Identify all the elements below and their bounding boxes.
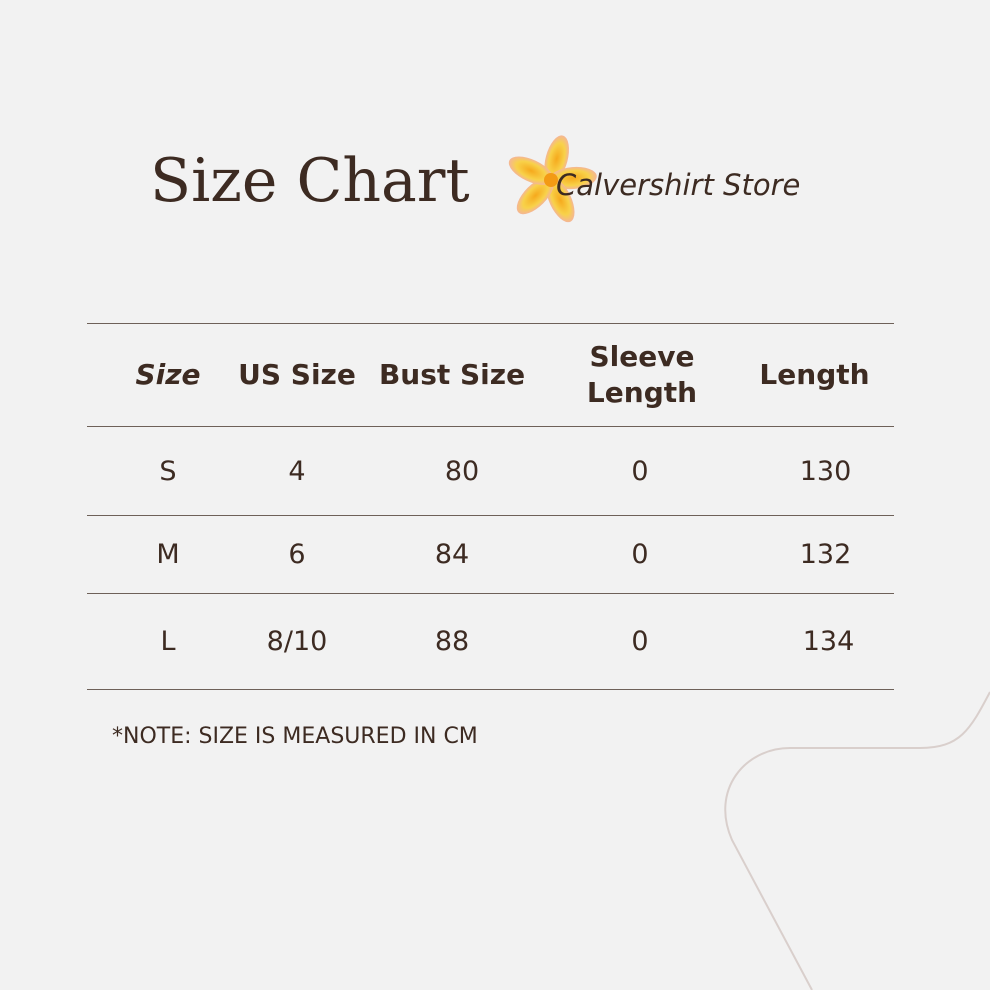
cell-size: S bbox=[159, 455, 177, 487]
measurement-note: *NOTE: SIZE IS MEASURED IN CM bbox=[112, 724, 478, 749]
table-row: M 6 84 0 132 bbox=[87, 516, 894, 593]
cell-length: 134 bbox=[802, 626, 855, 657]
cell-size: M bbox=[156, 539, 180, 570]
column-header-sleeve-length: Sleeve Length bbox=[567, 324, 717, 426]
column-header-us-size: US Size bbox=[238, 358, 356, 391]
column-header-sleeve-length-text: Sleeve Length bbox=[586, 340, 698, 409]
cell-length: 130 bbox=[799, 455, 852, 487]
column-header-bust-size: Bust Size bbox=[378, 358, 526, 391]
cell-bust-size: 84 bbox=[434, 539, 470, 570]
store-name: Calvershirt Store bbox=[556, 168, 801, 202]
cell-size: L bbox=[160, 626, 176, 657]
cell-us-size: 6 bbox=[288, 539, 306, 570]
cell-sleeve-length: 0 bbox=[631, 539, 649, 570]
column-header-size: Size bbox=[135, 358, 201, 391]
cell-sleeve-length: 0 bbox=[631, 626, 649, 657]
cell-bust-size: 80 bbox=[444, 455, 480, 487]
cell-us-size: 4 bbox=[288, 455, 306, 487]
table-header-row: Size US Size Bust Size Sleeve Length Len… bbox=[87, 324, 894, 426]
cell-sleeve-length: 0 bbox=[631, 455, 649, 487]
size-table: Size US Size Bust Size Sleeve Length Len… bbox=[87, 323, 894, 690]
column-header-length: Length bbox=[759, 358, 870, 391]
page-title: Size Chart bbox=[150, 146, 470, 216]
cell-bust-size: 88 bbox=[434, 626, 470, 657]
cell-length: 132 bbox=[799, 539, 852, 570]
decorative-curve bbox=[724, 691, 990, 990]
table-row: L 8/10 88 0 134 bbox=[87, 594, 894, 689]
table-row: S 4 80 0 130 bbox=[87, 427, 894, 515]
cell-us-size: 8/10 bbox=[266, 626, 328, 657]
